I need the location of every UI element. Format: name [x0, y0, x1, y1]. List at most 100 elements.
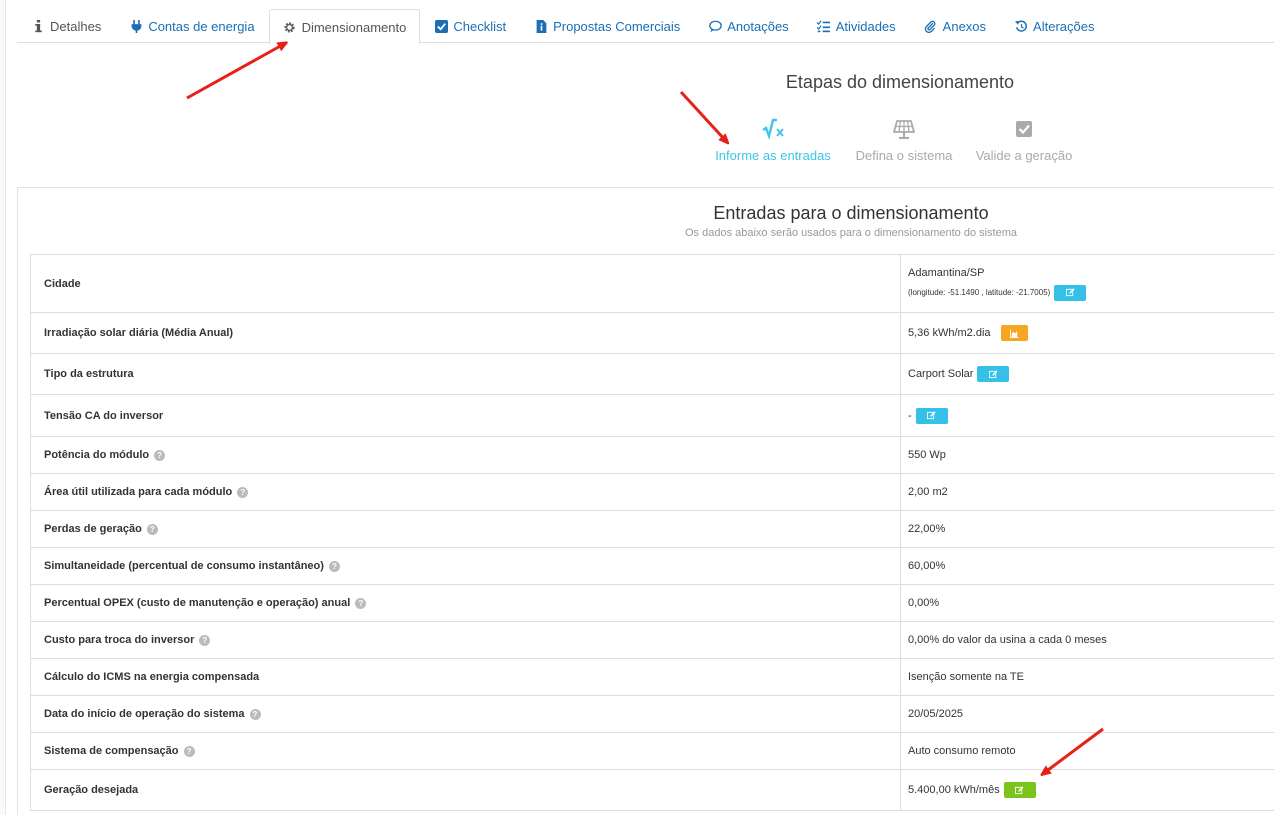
tab-propostas-comerciais[interactable]: Propostas Comerciais: [520, 9, 694, 43]
edit-icon: [1065, 288, 1075, 297]
tab-label: Alterações: [1033, 19, 1095, 34]
table-row: Potência do módulo? 550 Wp: [30, 437, 1274, 474]
row-label-text: Sistema de compensação: [44, 745, 179, 757]
irradiation-value: 5,36 kWh/m2.dia: [908, 327, 991, 339]
row-value: Isenção somente na TE: [908, 671, 1024, 683]
row-label-text: Potência do módulo: [44, 449, 150, 461]
check-square-icon: [1013, 118, 1035, 140]
row-label: Simultaneidade (percentual de consumo in…: [30, 548, 901, 584]
row-label: Perdas de geração?: [30, 511, 901, 547]
comment-icon: [708, 20, 722, 34]
desired-generation-value: 5.400,00 kWh/mês: [908, 784, 1000, 796]
row-label: Cidade: [30, 255, 901, 312]
row-value: 60,00%: [908, 560, 946, 572]
row-value: Adamantina/SP (longitude: -51.1490 , lat…: [901, 255, 1274, 312]
step-label: Defina o sistema: [855, 148, 953, 163]
row-value: Auto consumo remoto: [908, 745, 1016, 757]
area-chart-icon: [1009, 328, 1019, 338]
tab-label: Checklist: [453, 19, 507, 34]
tab-label: Propostas Comerciais: [553, 19, 681, 34]
edit-generation-button[interactable]: [1003, 782, 1036, 798]
help-icon[interactable]: ?: [328, 560, 340, 572]
solar-panel-icon: [892, 118, 916, 140]
row-label-text: Área útil utilizada para cada módulo: [44, 486, 233, 498]
row-value: 2,00 m2: [908, 486, 948, 498]
tab-checklist[interactable]: Checklist: [420, 9, 520, 43]
tab-label: Anexos: [942, 19, 987, 34]
row-label-text: Simultaneidade (percentual de consumo in…: [44, 560, 324, 572]
left-rail: [0, 0, 6, 815]
table-row: Irradiação solar diária (Média Anual) 5,…: [30, 313, 1274, 354]
row-value: Carport Solar: [901, 354, 1274, 394]
row-label-text: Perdas de geração: [44, 523, 142, 535]
tab-dimensionamento[interactable]: Dimensionamento: [268, 9, 421, 44]
checkbox-icon: [434, 20, 448, 34]
structure-type-value: Carport Solar: [908, 368, 974, 380]
row-value: 0,00%: [908, 597, 940, 609]
row-label: Potência do módulo?: [30, 437, 901, 473]
irradiation-chart-button[interactable]: [1000, 325, 1028, 341]
row-label-text: Percentual OPEX (custo de manutenção e o…: [44, 597, 351, 609]
help-icon[interactable]: ?: [154, 449, 166, 461]
tab-alteracoes[interactable]: Alterações: [1000, 9, 1108, 43]
tab-label: Detalhes: [50, 19, 102, 34]
steps-title: Etapas do dimensionamento: [785, 72, 1015, 92]
row-label: Geração desejada: [30, 770, 901, 810]
table-row: Geração desejada 5.400,00 kWh/mês: [30, 770, 1274, 811]
gear-icon: [283, 20, 297, 34]
table-row: Área útil utilizada para cada módulo? 2,…: [30, 474, 1274, 511]
table-row: Perdas de geração? 22,00%: [30, 511, 1274, 548]
row-label: Sistema de compensação?: [30, 733, 901, 769]
city-name: Adamantina/SP: [908, 266, 985, 279]
row-label: Data do início de operação do sistema?: [30, 696, 901, 732]
help-icon[interactable]: ?: [355, 597, 367, 609]
edit-icon: [1015, 785, 1024, 794]
row-value: 0,00% do valor da usina a cada 0 meses: [908, 634, 1107, 646]
tab-detalhes[interactable]: Detalhes: [17, 9, 115, 43]
row-label: Cálculo do ICMS na energia compensada: [30, 659, 901, 695]
edit-icon: [988, 369, 998, 378]
edit-icon: [927, 411, 936, 420]
row-label: Tipo da estrutura: [30, 354, 901, 394]
help-icon[interactable]: ?: [146, 523, 158, 535]
row-label: Tensão CA do inversor: [30, 395, 901, 436]
step-informe-entradas[interactable]: Informe as entradas: [703, 118, 843, 163]
table-row: Custo para troca do inversor? 0,00% do v…: [30, 622, 1274, 659]
annotation-arrow-tab: [186, 44, 284, 100]
table-row: Tensão CA do inversor -: [30, 395, 1274, 437]
help-icon[interactable]: ?: [199, 634, 211, 646]
tab-contas-de-energia[interactable]: Contas de energia: [115, 9, 268, 43]
tab-label: Dimensionamento: [301, 19, 407, 35]
help-icon[interactable]: ?: [183, 745, 195, 757]
help-icon[interactable]: ?: [249, 708, 261, 720]
paperclip-icon: [924, 20, 938, 34]
step-valide-geracao[interactable]: Valide a geração: [954, 118, 1094, 163]
table-row: Sistema de compensação? Auto consumo rem…: [30, 733, 1274, 770]
edit-structure-button[interactable]: [977, 366, 1010, 382]
table-row: Percentual OPEX (custo de manutenção e o…: [30, 585, 1274, 622]
list-check-icon: [817, 20, 831, 34]
row-value: 22,00%: [908, 523, 946, 535]
table-row: Data do início de operação do sistema? 2…: [30, 696, 1274, 733]
tab-bar: Detalhes Contas de energia Dimensionamen…: [17, 9, 1274, 44]
help-icon[interactable]: ?: [237, 486, 249, 498]
edit-voltage-button[interactable]: [915, 407, 948, 424]
tab-label: Contas de energia: [148, 19, 255, 34]
panel-subtitle: Os dados abaixo serão usados para o dime…: [684, 227, 1018, 239]
row-value: 5.400,00 kWh/mês: [901, 770, 1274, 810]
tab-anexos[interactable]: Anexos: [910, 9, 1000, 43]
step-label: Valide a geração: [975, 148, 1073, 163]
tab-atividades[interactable]: Atividades: [803, 9, 910, 43]
inputs-panel: Entradas para o dimensionamento Os dados…: [17, 187, 1274, 815]
row-label-text: Data do início de operação do sistema: [44, 708, 245, 720]
history-icon: [1014, 20, 1028, 34]
tab-anotacoes[interactable]: Anotações: [694, 9, 802, 43]
row-label: Área útil utilizada para cada módulo?: [30, 474, 901, 510]
row-value: -: [901, 395, 1274, 436]
edit-city-button[interactable]: [1054, 284, 1087, 301]
row-value: 20/05/2025: [908, 708, 964, 720]
step-defina-sistema[interactable]: Defina o sistema: [834, 118, 974, 163]
row-value: 550 Wp: [908, 449, 946, 461]
panel-title: Entradas para o dimensionamento: [713, 203, 989, 223]
table-row: Cálculo do ICMS na energia compensada Is…: [30, 659, 1274, 696]
